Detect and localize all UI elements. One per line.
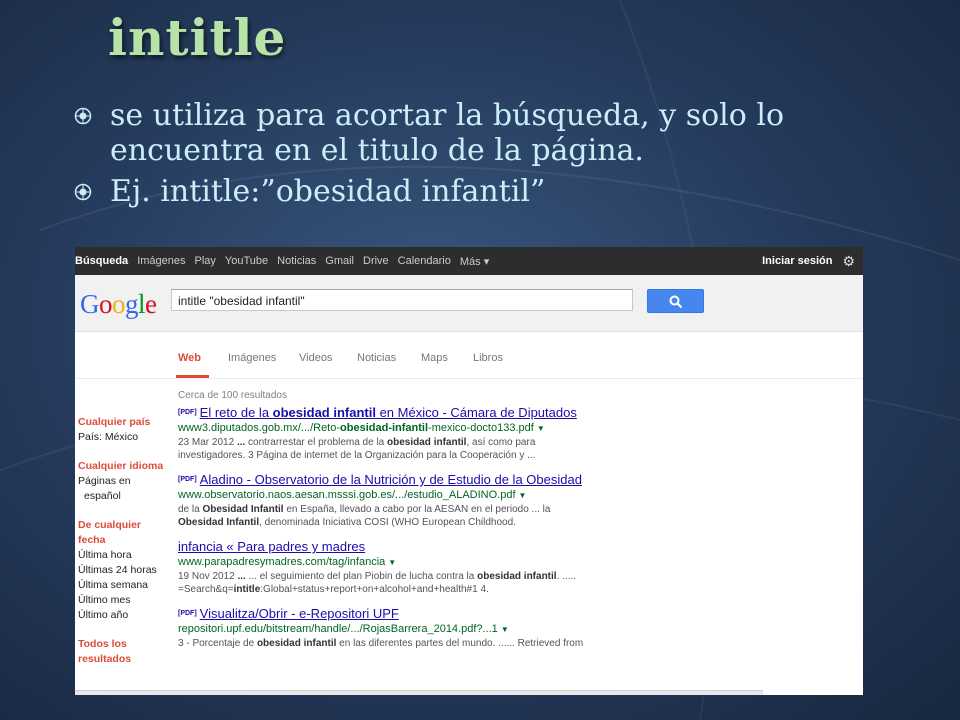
filter-option[interactable]: Últimas 24 horas — [78, 563, 176, 578]
pdf-tag: [PDF] — [178, 476, 197, 483]
tab-web[interactable]: Web — [178, 352, 201, 364]
search-result: [PDF] Visualitza/Obrir - e-Repositori UPF… — [178, 606, 678, 650]
result-title-link[interactable]: [PDF] Aladino - Observatorio de la Nutric… — [178, 472, 678, 488]
dropdown-caret-icon[interactable]: ▼ — [501, 625, 509, 634]
result-url: repositori.upf.edu/bitstream/handle/.../… — [178, 623, 509, 635]
result-snippet: 19 Nov 2012 ... ... el seguimiento del p… — [178, 571, 577, 582]
tab-libros[interactable]: Libros — [473, 352, 503, 364]
result-count: Cerca de 100 resultados — [178, 390, 287, 401]
filter-heading[interactable]: Cualquier país — [78, 415, 176, 430]
search-header: Google intitle "obesidad infantil" — [75, 275, 863, 332]
bar-link-youtube[interactable]: YouTube — [225, 255, 268, 267]
bar-link-noticias[interactable]: Noticias — [277, 255, 316, 267]
tab-noticias[interactable]: Noticias — [357, 352, 396, 364]
bar-link-mas[interactable]: Más ▾ — [460, 255, 489, 268]
google-top-bar: Búsqueda Imágenes Play YouTube Noticias … — [75, 247, 863, 275]
search-result: infancia « Para padres y madres www.parap… — [178, 539, 678, 596]
tab-imagenes[interactable]: Imágenes — [228, 352, 276, 364]
bullet-item: se utiliza para acortar la búsqueda, y s… — [72, 98, 932, 168]
search-input[interactable]: intitle "obesidad infantil" — [171, 289, 633, 311]
bar-link-imagenes[interactable]: Imágenes — [137, 255, 185, 267]
search-icon — [669, 295, 683, 309]
result-url: www.parapadresymadres.com/tag/infancia ▼ — [178, 556, 397, 568]
filter-heading[interactable]: Cualquier idioma — [78, 459, 176, 474]
bullet-text: se utiliza para acortar la búsqueda, y s… — [110, 98, 785, 168]
filter-option[interactable]: Última semana — [78, 578, 176, 593]
pdf-tag: [PDF] — [178, 610, 197, 617]
search-result: [PDF] El reto de la obesidad infantil en … — [178, 405, 678, 462]
result-snippet: =Search&q=intitle:Global+status+report+o… — [178, 584, 489, 595]
pdf-tag: [PDF] — [178, 409, 197, 416]
horizontal-scrollbar[interactable] — [75, 690, 763, 695]
filter-option[interactable]: español — [78, 489, 176, 504]
result-title-link[interactable]: infancia « Para padres y madres — [178, 539, 678, 555]
tab-maps[interactable]: Maps — [421, 352, 448, 364]
filter-option[interactable]: País: México — [78, 430, 176, 445]
filter-option[interactable]: Última hora — [78, 548, 176, 563]
logo-letter: g — [125, 289, 139, 319]
logo-letter: G — [80, 289, 100, 319]
bar-link-busqueda[interactable]: Búsqueda — [75, 255, 128, 267]
result-snippet: Obesidad Infantil, denominada Iniciativa… — [178, 517, 516, 528]
search-result: [PDF] Aladino - Observatorio de la Nutric… — [178, 472, 678, 529]
filter-heading[interactable]: De cualquier fecha — [78, 518, 148, 548]
logo-letter: e — [145, 289, 157, 319]
logo-letter: l — [138, 289, 146, 319]
bar-link-play[interactable]: Play — [195, 255, 216, 267]
logo-letter: o — [99, 289, 113, 319]
result-url: www3.diputados.gob.mx/.../Reto-obesidad-… — [178, 422, 545, 434]
filter-option[interactable]: Último mes — [78, 593, 176, 608]
bar-link-drive[interactable]: Drive — [363, 255, 389, 267]
search-tabs: Web Imágenes Videos Noticias Maps Libros — [75, 332, 863, 379]
filter-sidebar: Cualquier país País: México Cualquier idio… — [78, 415, 176, 667]
bullet-item: Ej. intitle:”obesidad infantil” — [72, 174, 932, 209]
dropdown-caret-icon[interactable]: ▼ — [537, 424, 545, 433]
result-url: www.observatorio.naos.aesan.msssi.gob.es… — [178, 489, 527, 501]
result-title-link[interactable]: [PDF] Visualitza/Obrir - e-Repositori UPF — [178, 606, 678, 622]
slide-title: intitle — [108, 8, 287, 67]
tab-videos[interactable]: Videos — [299, 352, 332, 364]
result-snippet: de la Obesidad Infantil en España, lleva… — [178, 504, 551, 515]
filter-option[interactable]: Último año — [78, 608, 176, 623]
google-search-screenshot: Búsqueda Imágenes Play YouTube Noticias … — [75, 247, 863, 695]
dropdown-caret-icon[interactable]: ▼ — [519, 491, 527, 500]
bar-link-gmail[interactable]: Gmail — [325, 255, 354, 267]
bullet-text: Ej. intitle:”obesidad infantil” — [110, 174, 546, 209]
bullet-list: se utiliza para acortar la búsqueda, y s… — [72, 98, 932, 215]
results-area: Cerca de 100 resultados [PDF] El reto de … — [178, 378, 678, 660]
dropdown-caret-icon[interactable]: ▼ — [388, 558, 396, 567]
filter-heading[interactable]: Todos los resultados — [78, 637, 138, 667]
result-snippet: 23 Mar 2012 ... contrarrestar el problem… — [178, 437, 536, 448]
search-button[interactable] — [647, 289, 704, 313]
result-snippet: investigadores. 3 Página de internet de … — [178, 450, 536, 461]
result-title-link[interactable]: [PDF] El reto de la obesidad infantil en … — [178, 405, 678, 421]
sign-in-link[interactable]: Iniciar sesión — [762, 255, 832, 267]
bar-link-calendario[interactable]: Calendario — [398, 255, 451, 267]
result-snippet: 3 - Porcentaje de obesidad infantil en l… — [178, 638, 584, 649]
circle-bullet-icon — [74, 183, 92, 201]
circle-bullet-icon — [74, 107, 92, 125]
google-logo[interactable]: Google — [80, 289, 157, 320]
gear-icon[interactable]: ⚙ — [842, 253, 855, 270]
filter-option[interactable]: Páginas en — [78, 474, 176, 489]
logo-letter: o — [112, 289, 126, 319]
